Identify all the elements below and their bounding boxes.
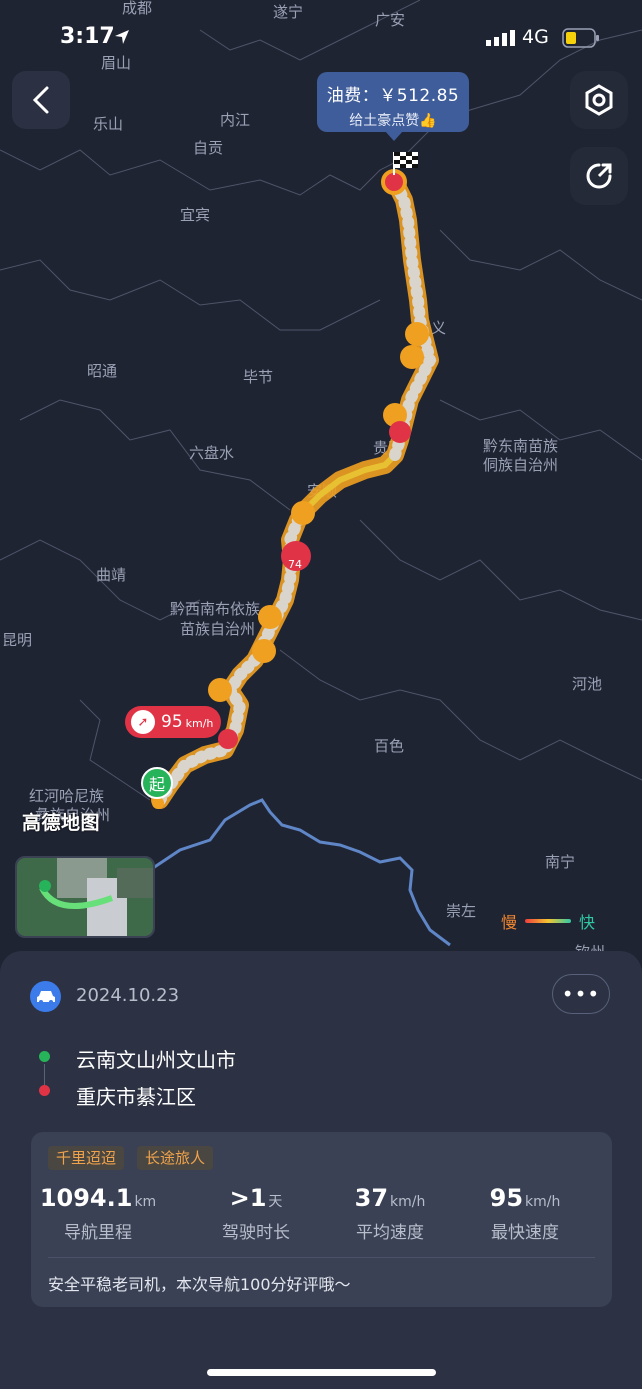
city-label: 红河哈尼族 bbox=[29, 788, 104, 805]
legend-gradient bbox=[525, 919, 572, 923]
city-label: 崇左 bbox=[446, 903, 476, 920]
stat-unit: km/h bbox=[525, 1194, 561, 1210]
city-label: 义 bbox=[431, 320, 446, 337]
battery-icon bbox=[562, 28, 599, 48]
stat-unit: 天 bbox=[268, 1194, 283, 1210]
stat-value: >1 bbox=[229, 1184, 267, 1212]
city-label: 侗族自治州 bbox=[483, 457, 558, 474]
destination-dot bbox=[39, 1085, 50, 1096]
stat-label: 最快速度 bbox=[491, 1223, 559, 1243]
stat-label: 驾驶时长 bbox=[222, 1223, 290, 1243]
legend-fast: 快 bbox=[579, 913, 596, 932]
city-label: 毕节 bbox=[243, 369, 273, 386]
divider bbox=[48, 1257, 595, 1258]
share-button[interactable] bbox=[570, 147, 628, 205]
city-label: 曲靖 bbox=[96, 567, 126, 584]
max-speed-value: 95 bbox=[161, 712, 183, 732]
city-label: 宜宾 bbox=[180, 207, 210, 224]
city-label: 六盘水 bbox=[189, 444, 234, 462]
max-speed-unit: km/h bbox=[185, 717, 214, 730]
stat-label: 平均速度 bbox=[356, 1223, 424, 1243]
tag-chip: 千里迢迢 bbox=[48, 1146, 125, 1170]
city-label: 南宁 bbox=[545, 854, 575, 871]
city-label: 自贡 bbox=[193, 140, 223, 157]
stat-distance: 1094.1 km 导航里程 bbox=[31, 1184, 165, 1243]
trip-date: 2024.10.23 bbox=[76, 985, 180, 1006]
tag-chip: 长途旅人 bbox=[137, 1146, 214, 1170]
car-icon bbox=[30, 981, 61, 1012]
status-bar: 3:17 4G bbox=[0, 22, 642, 52]
route-connector bbox=[44, 1064, 45, 1086]
city-label: 黔东南苗族 bbox=[483, 438, 558, 455]
origin-dot bbox=[39, 1051, 50, 1062]
stat-max-speed: 95 km/h 最快速度 bbox=[458, 1184, 592, 1243]
city-label: 河池 bbox=[572, 676, 602, 693]
back-button[interactable] bbox=[12, 71, 70, 129]
city-label: 昆明 bbox=[2, 632, 32, 649]
city-label: 黔西南布依族 bbox=[170, 601, 260, 618]
speed-marker-value: 74 bbox=[288, 558, 302, 571]
trip-summary-sheet: 2024.10.23 ••• 云南文山州文山市 重庆市綦江区 千里迢迢 长途旅人… bbox=[0, 951, 642, 1389]
stat-label: 导航里程 bbox=[64, 1223, 132, 1243]
city-label: 苗族自治州 bbox=[180, 621, 255, 638]
status-time: 3:17 bbox=[60, 24, 115, 49]
stat-value: 1094.1 bbox=[39, 1184, 133, 1212]
checkered-flag-icon bbox=[394, 152, 418, 168]
more-options-button[interactable]: ••• bbox=[552, 974, 610, 1014]
stat-unit: km bbox=[134, 1194, 157, 1210]
city-label: 成都 bbox=[122, 0, 152, 17]
destination-text: 重庆市綦江区 bbox=[76, 1085, 196, 1109]
speed-rocket-icon: ➚ bbox=[131, 710, 155, 734]
start-label: 起 bbox=[148, 775, 165, 794]
map-watermark: 高德地图 bbox=[22, 812, 101, 834]
fuel-cost-bubble: 油费：￥512.85 给土豪点赞👍 bbox=[317, 72, 469, 141]
stat-duration: >1 天 驾驶时长 bbox=[189, 1184, 323, 1243]
signal-icon bbox=[486, 30, 515, 46]
city-label: 遂宁 bbox=[273, 4, 303, 21]
stat-unit: km/h bbox=[390, 1194, 426, 1210]
speed-legend: 慢 快 bbox=[501, 910, 611, 932]
max-speed-tag: ➚ 95 km/h bbox=[125, 706, 221, 738]
share-icon bbox=[586, 163, 612, 189]
origin-text: 云南文山州文山市 bbox=[76, 1048, 236, 1072]
route-map[interactable]: 成都 遂宁 广安 眉山 乐山 内江 自贡 宜宾 昭通 毕节 六盘水 贵阳 安顺 … bbox=[0, 0, 642, 1000]
city-label: 昭通 bbox=[87, 363, 117, 380]
network-type: 4G bbox=[522, 26, 549, 48]
start-marker: 起 bbox=[141, 767, 173, 799]
stat-avg-speed: 37 km/h 平均速度 bbox=[323, 1184, 457, 1243]
stat-value: 95 bbox=[489, 1184, 524, 1212]
fuel-praise: 给土豪点赞👍 bbox=[349, 113, 437, 129]
city-label: 乐山 bbox=[93, 116, 123, 133]
home-indicator[interactable] bbox=[207, 1369, 436, 1376]
trip-stats-card: 千里迢迢 长途旅人 1094.1 km 导航里程 >1 天 驾驶时长 37 km/h … bbox=[31, 1132, 612, 1307]
chevron-left-icon bbox=[32, 86, 49, 114]
car-shape bbox=[36, 990, 55, 1004]
location-arrow-icon bbox=[115, 30, 129, 44]
city-label: 百色 bbox=[374, 738, 404, 755]
satellite-thumbnail[interactable] bbox=[15, 856, 155, 938]
stat-value: 37 bbox=[354, 1184, 389, 1212]
city-label: 眉山 bbox=[101, 55, 131, 72]
legend-slow: 慢 bbox=[501, 913, 518, 932]
settings-button[interactable] bbox=[570, 71, 628, 129]
city-label: 内江 bbox=[220, 112, 250, 129]
hexagon-settings-icon bbox=[585, 84, 613, 116]
more-dots-icon: ••• bbox=[561, 982, 601, 1006]
fuel-cost: 油费：￥512.85 bbox=[326, 86, 460, 106]
trip-note: 安全平稳老司机，本次导航100分好评哦～ bbox=[48, 1275, 351, 1294]
thumbnail-image bbox=[17, 858, 153, 936]
